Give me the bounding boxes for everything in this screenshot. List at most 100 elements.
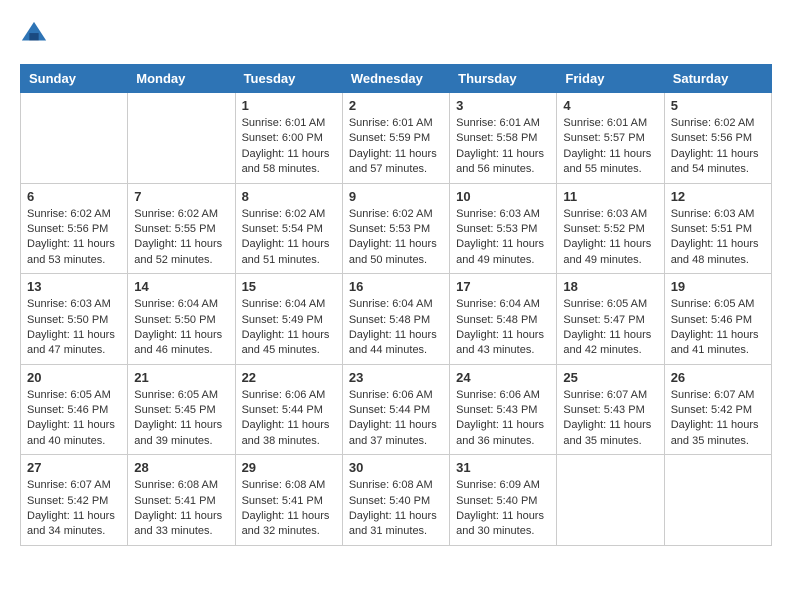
day-info: Sunrise: 6:07 AMSunset: 5:42 PMDaylight:… [27, 478, 121, 540]
day-number: 28 [134, 460, 228, 475]
day-info: Sunrise: 6:04 AMSunset: 5:48 PMDaylight:… [456, 297, 550, 359]
day-number: 15 [242, 279, 336, 294]
day-info: Sunrise: 6:03 AMSunset: 5:51 PMDaylight:… [671, 207, 765, 269]
calendar-cell: 2 Sunrise: 6:01 AMSunset: 5:59 PMDaylight… [342, 93, 449, 184]
day-info: Sunrise: 6:05 AMSunset: 5:47 PMDaylight:… [563, 297, 657, 359]
day-number: 25 [563, 370, 657, 385]
day-number: 13 [27, 279, 121, 294]
day-number: 10 [456, 189, 550, 204]
weekday-header: Saturday [664, 65, 771, 93]
day-info: Sunrise: 6:02 AMSunset: 5:56 PMDaylight:… [671, 116, 765, 178]
day-info: Sunrise: 6:06 AMSunset: 5:44 PMDaylight:… [349, 388, 443, 450]
calendar-cell: 30Sunrise: 6:08 AMSunset: 5:40 PMDayligh… [342, 455, 449, 546]
weekday-header: Monday [128, 65, 235, 93]
calendar-cell: 11 Sunrise: 6:03 AMSunset: 5:52 PMDayligh… [557, 183, 664, 274]
weekday-header-row: SundayMondayTuesdayWednesdayThursdayFrid… [21, 65, 772, 93]
calendar-week-row: 1Sunrise: 6:01 AMSunset: 6:00 PMDaylight… [21, 93, 772, 184]
day-number: 17 [456, 279, 550, 294]
calendar-cell [21, 93, 128, 184]
calendar-cell: 17 Sunrise: 6:04 AMSunset: 5:48 PMDayligh… [450, 274, 557, 365]
day-info: Sunrise: 6:08 AMSunset: 5:41 PMDaylight:… [134, 478, 228, 540]
day-info: Sunrise: 6:01 AMSunset: 5:58 PMDaylight:… [456, 116, 550, 178]
day-number: 27 [27, 460, 121, 475]
weekday-header: Sunday [21, 65, 128, 93]
day-info: Sunrise: 6:01 AMSunset: 5:59 PMDaylight:… [349, 116, 443, 178]
day-number: 26 [671, 370, 765, 385]
day-info: Sunrise: 6:02 AMSunset: 5:54 PMDaylight:… [242, 207, 336, 269]
day-info: Sunrise: 6:04 AMSunset: 5:50 PMDaylight:… [134, 297, 228, 359]
calendar-cell [557, 455, 664, 546]
calendar-cell: 21Sunrise: 6:05 AMSunset: 5:45 PMDayligh… [128, 364, 235, 455]
day-number: 11 [563, 189, 657, 204]
calendar-cell: 8 Sunrise: 6:02 AMSunset: 5:54 PMDaylight… [235, 183, 342, 274]
page-header [20, 20, 772, 48]
day-number: 31 [456, 460, 550, 475]
day-number: 18 [563, 279, 657, 294]
calendar-cell [128, 93, 235, 184]
weekday-header: Thursday [450, 65, 557, 93]
calendar-cell: 31 Sunrise: 6:09 AMSunset: 5:40 PMDayligh… [450, 455, 557, 546]
calendar-week-row: 13Sunrise: 6:03 AMSunset: 5:50 PMDayligh… [21, 274, 772, 365]
day-info: Sunrise: 6:04 AMSunset: 5:49 PMDaylight:… [242, 297, 336, 359]
day-number: 22 [242, 370, 336, 385]
calendar-cell: 9 Sunrise: 6:02 AMSunset: 5:53 PMDaylight… [342, 183, 449, 274]
day-info: Sunrise: 6:04 AMSunset: 5:48 PMDaylight:… [349, 297, 443, 359]
day-info: Sunrise: 6:02 AMSunset: 5:55 PMDaylight:… [134, 207, 228, 269]
day-info: Sunrise: 6:05 AMSunset: 5:45 PMDaylight:… [134, 388, 228, 450]
day-info: Sunrise: 6:02 AMSunset: 5:56 PMDaylight:… [27, 207, 121, 269]
calendar-cell: 16 Sunrise: 6:04 AMSunset: 5:48 PMDayligh… [342, 274, 449, 365]
day-info: Sunrise: 6:08 AMSunset: 5:41 PMDaylight:… [242, 478, 336, 540]
day-info: Sunrise: 6:02 AMSunset: 5:53 PMDaylight:… [349, 207, 443, 269]
day-number: 5 [671, 98, 765, 113]
day-number: 3 [456, 98, 550, 113]
day-number: 30 [349, 460, 443, 475]
calendar-table: SundayMondayTuesdayWednesdayThursdayFrid… [20, 64, 772, 546]
day-info: Sunrise: 6:01 AMSunset: 6:00 PMDaylight:… [242, 116, 336, 178]
calendar-cell: 5 Sunrise: 6:02 AMSunset: 5:56 PMDaylight… [664, 93, 771, 184]
calendar-cell: 15 Sunrise: 6:04 AMSunset: 5:49 PMDayligh… [235, 274, 342, 365]
day-info: Sunrise: 6:09 AMSunset: 5:40 PMDaylight:… [456, 478, 550, 540]
day-number: 16 [349, 279, 443, 294]
day-number: 29 [242, 460, 336, 475]
calendar-week-row: 6 Sunrise: 6:02 AMSunset: 5:56 PMDaylight… [21, 183, 772, 274]
calendar-cell: 28 Sunrise: 6:08 AMSunset: 5:41 PMDayligh… [128, 455, 235, 546]
day-number: 20 [27, 370, 121, 385]
calendar-cell: 14Sunrise: 6:04 AMSunset: 5:50 PMDayligh… [128, 274, 235, 365]
logo [20, 20, 52, 48]
day-info: Sunrise: 6:01 AMSunset: 5:57 PMDaylight:… [563, 116, 657, 178]
day-number: 2 [349, 98, 443, 113]
day-info: Sunrise: 6:03 AMSunset: 5:52 PMDaylight:… [563, 207, 657, 269]
day-number: 6 [27, 189, 121, 204]
weekday-header: Wednesday [342, 65, 449, 93]
calendar-cell [664, 455, 771, 546]
calendar-cell: 13Sunrise: 6:03 AMSunset: 5:50 PMDayligh… [21, 274, 128, 365]
day-info: Sunrise: 6:05 AMSunset: 5:46 PMDaylight:… [27, 388, 121, 450]
day-number: 7 [134, 189, 228, 204]
calendar-cell: 1Sunrise: 6:01 AMSunset: 6:00 PMDaylight… [235, 93, 342, 184]
day-number: 9 [349, 189, 443, 204]
day-info: Sunrise: 6:06 AMSunset: 5:43 PMDaylight:… [456, 388, 550, 450]
day-number: 23 [349, 370, 443, 385]
logo-icon [20, 20, 48, 48]
day-number: 24 [456, 370, 550, 385]
day-number: 4 [563, 98, 657, 113]
calendar-cell: 20 Sunrise: 6:05 AMSunset: 5:46 PMDayligh… [21, 364, 128, 455]
calendar-cell: 6 Sunrise: 6:02 AMSunset: 5:56 PMDaylight… [21, 183, 128, 274]
day-info: Sunrise: 6:03 AMSunset: 5:53 PMDaylight:… [456, 207, 550, 269]
day-number: 12 [671, 189, 765, 204]
calendar-cell: 24 Sunrise: 6:06 AMSunset: 5:43 PMDayligh… [450, 364, 557, 455]
day-number: 8 [242, 189, 336, 204]
calendar-cell: 25Sunrise: 6:07 AMSunset: 5:43 PMDayligh… [557, 364, 664, 455]
calendar-week-row: 27 Sunrise: 6:07 AMSunset: 5:42 PMDayligh… [21, 455, 772, 546]
day-number: 19 [671, 279, 765, 294]
calendar-cell: 29 Sunrise: 6:08 AMSunset: 5:41 PMDayligh… [235, 455, 342, 546]
calendar-cell: 23 Sunrise: 6:06 AMSunset: 5:44 PMDayligh… [342, 364, 449, 455]
calendar-cell: 19 Sunrise: 6:05 AMSunset: 5:46 PMDayligh… [664, 274, 771, 365]
calendar-cell: 7 Sunrise: 6:02 AMSunset: 5:55 PMDaylight… [128, 183, 235, 274]
day-info: Sunrise: 6:06 AMSunset: 5:44 PMDaylight:… [242, 388, 336, 450]
weekday-header: Tuesday [235, 65, 342, 93]
day-info: Sunrise: 6:05 AMSunset: 5:46 PMDaylight:… [671, 297, 765, 359]
calendar-week-row: 20 Sunrise: 6:05 AMSunset: 5:46 PMDayligh… [21, 364, 772, 455]
calendar-cell: 27 Sunrise: 6:07 AMSunset: 5:42 PMDayligh… [21, 455, 128, 546]
calendar-cell: 22 Sunrise: 6:06 AMSunset: 5:44 PMDayligh… [235, 364, 342, 455]
